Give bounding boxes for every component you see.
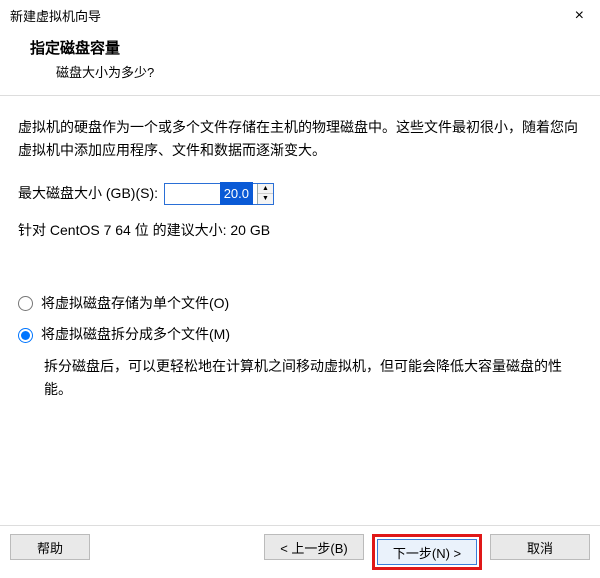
window-title: 新建虚拟机向导 <box>10 6 101 25</box>
help-button[interactable]: 帮助 <box>10 534 90 560</box>
back-button[interactable]: < 上一步(B) <box>264 534 364 560</box>
radio-split-desc: 拆分磁盘后，可以更轻松地在计算机之间移动虚拟机，但可能会降低大容量磁盘的性能。 <box>18 355 582 403</box>
page-heading: 指定磁盘容量 <box>30 37 584 58</box>
radio-single-input[interactable] <box>18 296 33 311</box>
radio-single-file[interactable]: 将虚拟磁盘存储为单个文件(O) <box>18 292 582 315</box>
footer: 帮助 < 上一步(B) 下一步(N) > 取消 <box>0 525 600 578</box>
titlebar: 新建虚拟机向导 × <box>0 0 600 29</box>
disk-size-value[interactable]: 20.0 <box>220 182 253 205</box>
radio-split-label: 将虚拟磁盘拆分成多个文件(M) <box>41 323 230 346</box>
recommend-text: 针对 CentOS 7 64 位 的建议大小: 20 GB <box>18 219 582 242</box>
radio-split-files[interactable]: 将虚拟磁盘拆分成多个文件(M) <box>18 323 582 346</box>
disk-size-spinner[interactable]: 20.0 ▲ ▼ <box>164 183 274 205</box>
storage-radio-group: 将虚拟磁盘存储为单个文件(O) 将虚拟磁盘拆分成多个文件(M) 拆分磁盘后，可以… <box>18 292 582 402</box>
spinner-down-icon[interactable]: ▼ <box>258 194 273 204</box>
spinner-buttons[interactable]: ▲ ▼ <box>257 184 273 204</box>
intro-text: 虚拟机的硬盘作为一个或多个文件存储在主机的物理磁盘中。这些文件最初很小，随着您向… <box>18 116 582 162</box>
footer-spacer <box>98 534 256 570</box>
cancel-button[interactable]: 取消 <box>490 534 590 560</box>
next-button[interactable]: 下一步(N) > <box>377 539 477 565</box>
content: 虚拟机的硬盘作为一个或多个文件存储在主机的物理磁盘中。这些文件最初很小，随着您向… <box>0 96 600 422</box>
header: 指定磁盘容量 磁盘大小为多少? <box>0 29 600 95</box>
radio-split-input[interactable] <box>18 328 33 343</box>
page-subheading: 磁盘大小为多少? <box>30 62 584 81</box>
close-icon[interactable]: × <box>569 7 590 25</box>
radio-single-label: 将虚拟磁盘存储为单个文件(O) <box>41 292 229 315</box>
disk-size-label: 最大磁盘大小 (GB)(S): <box>18 182 158 205</box>
next-highlight: 下一步(N) > <box>372 534 482 570</box>
spinner-up-icon[interactable]: ▲ <box>258 184 273 195</box>
disk-size-row: 最大磁盘大小 (GB)(S): 20.0 ▲ ▼ <box>18 182 582 205</box>
